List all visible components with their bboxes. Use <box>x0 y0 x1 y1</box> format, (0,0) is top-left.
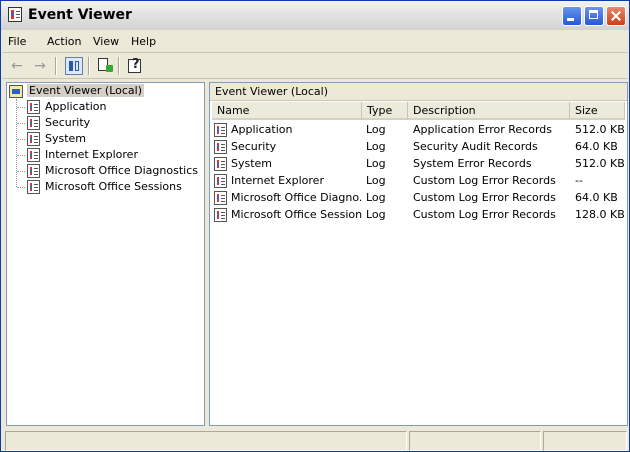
cell-name: System <box>231 157 273 170</box>
menu-action[interactable]: Action <box>47 35 81 48</box>
tree-item-label: Microsoft Office Sessions <box>45 180 182 193</box>
log-icon <box>27 164 40 178</box>
cell-description: Custom Log Error Records <box>413 191 556 204</box>
menu-view[interactable]: View <box>93 35 119 48</box>
close-button[interactable] <box>606 6 626 26</box>
toolbar: ← → <box>2 54 628 79</box>
toolbar-separator <box>55 57 57 75</box>
cell-name: Microsoft Office Sessions <box>231 208 362 221</box>
tree-connector <box>17 187 25 188</box>
column-header-size[interactable]: Size <box>570 102 625 120</box>
cell-type: Log <box>366 208 386 221</box>
log-icon <box>214 123 227 137</box>
cell-description: Custom Log Error Records <box>413 208 556 221</box>
cell-description: Custom Log Error Records <box>413 174 556 187</box>
tree-item-label: Internet Explorer <box>45 148 138 161</box>
log-icon <box>27 180 40 194</box>
cell-type: Log <box>366 174 386 187</box>
column-header-label: Size <box>575 104 598 117</box>
cell-name: Microsoft Office Diagno... <box>231 191 362 204</box>
cell-size: 64.0 KB <box>575 191 618 204</box>
status-segment <box>5 431 407 451</box>
toolbar-separator <box>118 57 120 75</box>
cell-description: Security Audit Records <box>413 140 538 153</box>
back-arrow-icon[interactable]: ← <box>8 57 26 75</box>
tree-connector <box>17 171 25 172</box>
cell-name: Internet Explorer <box>231 174 324 187</box>
log-icon <box>214 191 227 205</box>
cell-size: -- <box>575 174 583 187</box>
cell-type: Log <box>366 123 386 136</box>
table-row[interactable]: System Log System Error Records 512.0 KB <box>212 156 625 173</box>
maximize-button[interactable] <box>584 6 604 26</box>
log-icon <box>214 140 227 154</box>
help-icon[interactable] <box>126 56 144 75</box>
cell-name: Security <box>231 140 277 153</box>
status-bar <box>5 431 627 451</box>
column-header-description[interactable]: Description <box>408 102 570 120</box>
menu-help[interactable]: Help <box>131 35 156 48</box>
log-icon <box>214 157 227 171</box>
cell-type: Log <box>366 157 386 170</box>
cell-description: System Error Records <box>413 157 532 170</box>
cell-description: Application Error Records <box>413 123 553 136</box>
list-pane: Event Viewer (Local) Name Type Descripti… <box>209 82 628 426</box>
log-icon <box>27 148 40 162</box>
cell-type: Log <box>366 191 386 204</box>
cell-type: Log <box>366 140 386 153</box>
tree-connector <box>17 123 25 124</box>
table-row[interactable]: Microsoft Office Diagno... Log Custom Lo… <box>212 190 624 207</box>
tree-item-label: Application <box>45 100 107 113</box>
tree-item-label: Security <box>45 116 91 129</box>
table-row[interactable]: Application Log Application Error Record… <box>212 122 625 139</box>
tree-connector <box>17 139 25 140</box>
log-icon <box>27 100 40 114</box>
log-icon <box>214 174 227 188</box>
event-viewer-icon <box>9 85 23 98</box>
column-header-label: Type <box>367 104 393 117</box>
event-viewer-window: Event Viewer File Action View Help ← → E… <box>0 0 630 452</box>
column-header-type[interactable]: Type <box>362 102 408 120</box>
cell-size: 512.0 KB <box>575 157 625 170</box>
status-segment <box>543 431 627 451</box>
show-hide-tree-icon[interactable] <box>65 57 83 75</box>
tree-connector <box>17 155 25 156</box>
event-viewer-icon <box>8 7 22 22</box>
menu-file[interactable]: File <box>8 35 26 48</box>
column-header-label: Name <box>217 104 250 117</box>
window-title: Event Viewer <box>28 7 132 23</box>
minimize-button[interactable] <box>562 6 582 26</box>
tree-connector <box>17 107 25 108</box>
list-pane-header: Event Viewer (Local) <box>210 83 627 101</box>
tree-item-label: System <box>45 132 87 145</box>
export-list-icon[interactable] <box>96 57 114 75</box>
cell-size: 64.0 KB <box>575 140 618 153</box>
log-icon <box>27 132 40 146</box>
cell-size: 128.0 KB <box>575 208 625 221</box>
column-header-name[interactable]: Name <box>212 102 362 120</box>
tree-root-label: Event Viewer (Local) <box>27 84 144 97</box>
status-segment <box>409 431 541 451</box>
tree-pane: Event Viewer (Local) Application Securit… <box>6 82 205 426</box>
toolbar-separator <box>88 57 90 75</box>
log-icon <box>27 116 40 130</box>
tree-connector <box>16 99 17 187</box>
table-row[interactable]: Security Log Security Audit Records 64.0… <box>212 139 624 156</box>
table-row[interactable]: Microsoft Office Sessions Log Custom Log… <box>212 207 625 224</box>
column-header-label: Description <box>413 104 476 117</box>
menu-bar: File Action View Help <box>2 32 628 53</box>
cell-name: Application <box>231 123 293 136</box>
tree-item-label: Microsoft Office Diagnostics <box>45 164 198 177</box>
cell-size: 512.0 KB <box>575 123 625 136</box>
list-pane-title: Event Viewer (Local) <box>215 85 328 98</box>
title-bar[interactable]: Event Viewer <box>1 1 629 30</box>
table-row[interactable]: Internet Explorer Log Custom Log Error R… <box>212 173 624 190</box>
forward-arrow-icon[interactable]: → <box>31 57 49 75</box>
log-icon <box>214 208 227 222</box>
